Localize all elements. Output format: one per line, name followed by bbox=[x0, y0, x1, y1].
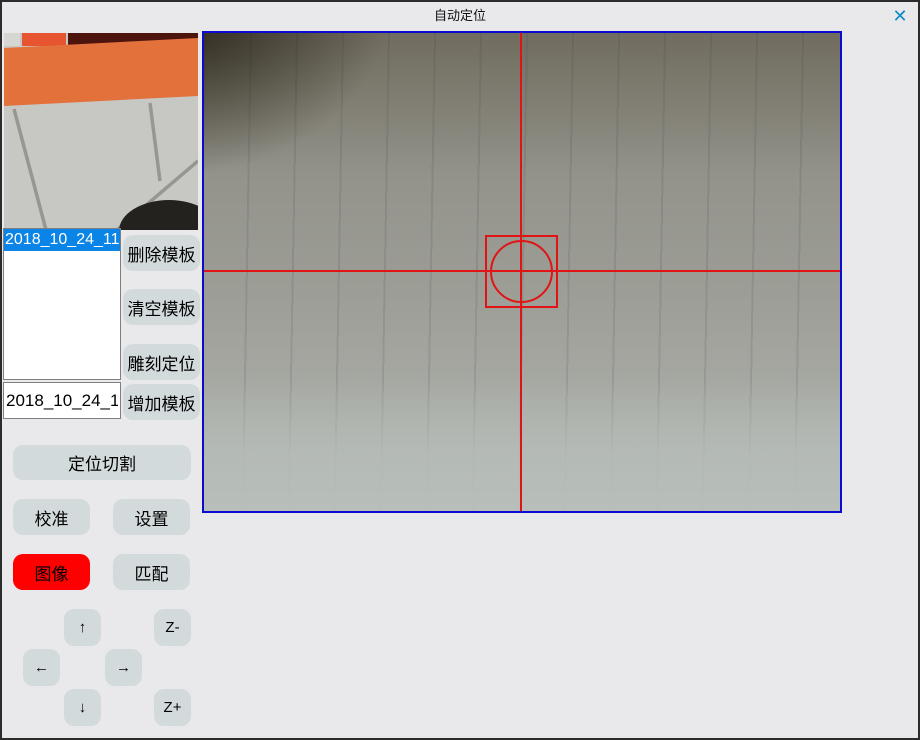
camera-viewport[interactable] bbox=[202, 31, 842, 513]
thumbnail-image bbox=[4, 33, 198, 230]
engrave-position-button[interactable]: 雕刻定位 bbox=[123, 344, 200, 380]
clear-templates-button[interactable]: 清空模板 bbox=[123, 289, 200, 325]
jog-left-button[interactable]: ← bbox=[23, 649, 60, 686]
match-button[interactable]: 匹配 bbox=[113, 554, 190, 590]
delete-template-button[interactable]: 删除模板 bbox=[123, 235, 200, 271]
settings-button[interactable]: 设置 bbox=[113, 499, 190, 535]
target-circle-overlay bbox=[490, 240, 553, 303]
template-thumbnail bbox=[4, 33, 198, 230]
close-icon[interactable]: ✕ bbox=[889, 5, 911, 27]
template-list-item[interactable]: 2018_10_24_11 bbox=[4, 229, 120, 251]
add-template-button[interactable]: 增加模板 bbox=[123, 384, 200, 420]
auto-positioning-dialog: 自动定位 ✕ 2018_10_24_11 删除模板 清空模板 雕刻定位 增加模板… bbox=[0, 0, 920, 740]
calibrate-button[interactable]: 校准 bbox=[13, 499, 90, 535]
window-title: 自动定位 bbox=[2, 2, 918, 29]
jog-right-button[interactable]: → bbox=[105, 649, 142, 686]
image-button[interactable]: 图像 bbox=[13, 554, 90, 590]
template-list[interactable]: 2018_10_24_11 bbox=[3, 228, 121, 380]
jog-down-button[interactable]: ↓ bbox=[64, 689, 101, 726]
template-name-input[interactable] bbox=[3, 382, 121, 419]
position-cut-button[interactable]: 定位切割 bbox=[13, 445, 191, 480]
jog-z-plus-button[interactable]: Z+ bbox=[154, 689, 191, 726]
jog-z-minus-button[interactable]: Z- bbox=[154, 609, 191, 646]
jog-up-button[interactable]: ↑ bbox=[64, 609, 101, 646]
titlebar: 自动定位 ✕ bbox=[2, 2, 918, 30]
